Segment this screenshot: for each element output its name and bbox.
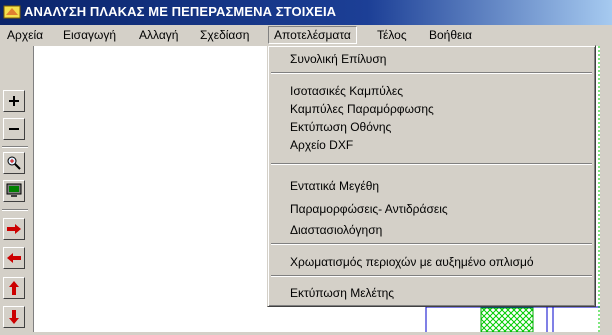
toolbar-separator [2, 209, 28, 211]
menu-item-dimensioning[interactable]: Διαστασιολόγηση [271, 221, 592, 239]
pan-up-button[interactable] [3, 277, 25, 299]
arrow-down-icon [9, 310, 19, 324]
menu-item-deformations-reactions[interactable]: Παραμορφώσεις- Αντιδράσεις [271, 200, 592, 218]
menu-item-stress-contours[interactable]: Ισοτασικές Καμπύλες [271, 82, 592, 100]
menu-item-reinforcement-coloring[interactable]: Χρωματισμός περιοχών με αυξημένο οπλισμό [271, 253, 592, 271]
pan-left-button[interactable] [3, 247, 25, 269]
screen-button[interactable] [3, 180, 25, 202]
menu-separator [271, 72, 592, 74]
reinforced-area [480, 307, 534, 333]
menu-separator [271, 275, 592, 277]
zoom-window-button[interactable] [3, 152, 25, 174]
zoom-in-button[interactable] [3, 90, 25, 112]
title-bar: ΑΝΑΛΥΣΗ ΠΛΑΚΑΣ ΜΕ ΠΕΠΕΡΑΣΜΕΝΑ ΣΤΟΙΧΕΙΑ [0, 0, 612, 25]
menu-insert[interactable]: Εισαγωγή [58, 27, 121, 43]
pan-down-button[interactable] [3, 306, 25, 328]
menu-item-print-study[interactable]: Εκτύπωση Μελέτης [271, 284, 592, 302]
right-scroll-edge[interactable] [600, 46, 612, 332]
menu-item-print-screen[interactable]: Εκτύπωση Οθόνης [271, 118, 592, 136]
app-icon [3, 5, 21, 19]
menu-bar: Αρχεία Εισαγωγή Αλλαγή Σχεδίαση Αποτελέσ… [0, 25, 612, 45]
menu-draw[interactable]: Σχεδίαση [195, 27, 254, 43]
zoom-out-minus-icon [9, 128, 19, 130]
menu-item-deformation-curves[interactable]: Καμπύλες Παραμόρφωσης [271, 100, 592, 118]
zoom-in-plus-icon [9, 96, 19, 106]
menu-item-internal-forces[interactable]: Εντατικά Μεγέθη [271, 177, 592, 195]
menu-separator [271, 163, 592, 165]
menu-end[interactable]: Τέλος [372, 27, 412, 43]
magnifier-icon [7, 156, 21, 170]
left-toolbar [0, 46, 32, 332]
arrow-right-icon [7, 224, 21, 234]
menu-item-dxf-file[interactable]: Αρχείο DXF [271, 136, 592, 154]
menu-files[interactable]: Αρχεία [2, 27, 48, 43]
toolbar-separator [2, 146, 28, 148]
zoom-out-button[interactable] [3, 118, 25, 140]
arrow-up-icon [9, 281, 19, 295]
menu-item-total-solution[interactable]: Συνολική Επίλυση [271, 50, 592, 68]
arrow-left-icon [7, 253, 21, 263]
pan-right-button[interactable] [3, 218, 25, 240]
monitor-icon [6, 183, 22, 197]
menu-help[interactable]: Βοήθεια [424, 27, 477, 43]
menu-results[interactable]: Αποτελέσματα [268, 26, 357, 44]
menu-separator [271, 243, 592, 245]
window-title: ΑΝΑΛΥΣΗ ΠΛΑΚΑΣ ΜΕ ΠΕΠΕΡΑΣΜΕΝΑ ΣΤΟΙΧΕΙΑ [24, 4, 337, 19]
results-menu-dropdown: Συνολική Επίλυση Ισοτασικές Καμπύλες Καμ… [267, 45, 596, 307]
menu-change[interactable]: Αλλαγή [134, 27, 183, 43]
